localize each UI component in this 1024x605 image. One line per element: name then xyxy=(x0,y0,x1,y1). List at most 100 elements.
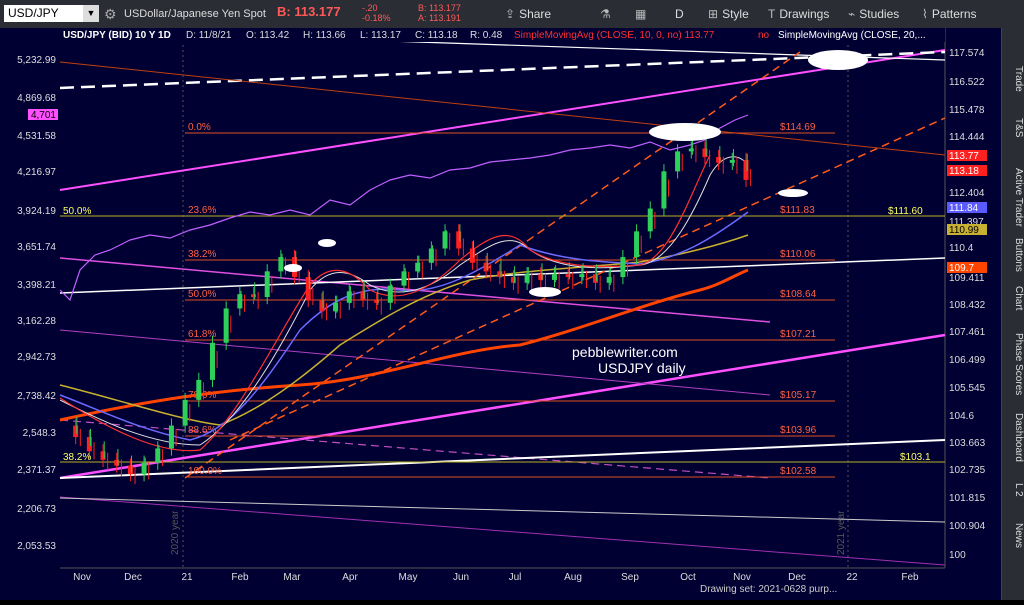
right-axis-tick-label: 112.404 xyxy=(949,188,985,199)
grid-button[interactable]: ▦ xyxy=(635,4,650,24)
x-axis-tick-label: Nov xyxy=(733,572,751,583)
candle-body xyxy=(538,274,544,280)
left-axis-tick-label: 5,232.99 xyxy=(17,55,56,66)
candle-body xyxy=(688,148,694,152)
candle-body xyxy=(743,159,749,180)
left-axis-tick-label: 2,371.37 xyxy=(17,465,56,476)
chart-header-date: D: 11/8/21 xyxy=(186,30,232,41)
x-axis-tick-label: Feb xyxy=(231,572,249,583)
x-axis-tick-label: 22 xyxy=(846,572,858,583)
candle-body xyxy=(593,274,599,283)
candle-body xyxy=(182,399,188,426)
left-axis-tick-label: 4,869.68 xyxy=(17,93,56,104)
left-axis-tick-label: 2,206.73 xyxy=(17,504,56,515)
candle-body xyxy=(428,248,434,263)
side-tab-chart[interactable]: Chart xyxy=(1002,286,1024,310)
side-tab-dashboard[interactable]: Dashboard xyxy=(1002,413,1024,462)
patterns-icon: ⌇ xyxy=(922,7,928,21)
ellipse-marker-c xyxy=(529,287,561,297)
symbol-input[interactable]: USD/JPY ▼ xyxy=(4,5,99,22)
side-tab-trade[interactable]: Trade xyxy=(1002,66,1024,92)
price-chart[interactable]: 2020 year 2021 year 0.0% $114.69 23.6% $111… xyxy=(0,28,1002,600)
toolbar: USD/JPY ▼ ⚙ USDollar/Japanese Yen Spot B… xyxy=(0,0,1024,29)
fib-price-label: $110.06 xyxy=(780,249,816,260)
fib-price-label: $114.69 xyxy=(780,122,816,133)
fib-pct-label: 0.0% xyxy=(188,122,211,133)
style-button[interactable]: ⊞ Style xyxy=(708,4,749,24)
side-tab-t-s[interactable]: T&S xyxy=(1002,118,1024,137)
left-axis-tick-label: 2,548.3 xyxy=(23,428,57,439)
ellipse-marker-a xyxy=(318,239,336,247)
candle-body xyxy=(278,257,284,272)
x-axis-tick-label: Aug xyxy=(564,572,582,583)
candle-body xyxy=(333,302,339,312)
side-tab-phase-scores[interactable]: Phase Scores xyxy=(1002,333,1024,395)
symbol-text: USD/JPY xyxy=(8,6,59,20)
right-axis-tick-label: 115.478 xyxy=(949,105,985,116)
chart-header-name: USD/JPY (BID) 10 Y 1D xyxy=(63,30,171,41)
period-label: D xyxy=(675,7,684,21)
studies-label: Studies xyxy=(859,7,900,21)
left-label-50: 50.0% xyxy=(63,206,91,217)
side-tab-news[interactable]: News xyxy=(1002,523,1024,548)
candle-body xyxy=(606,277,612,283)
drawings-button[interactable]: T Drawings xyxy=(768,4,829,24)
candle-body xyxy=(469,248,475,263)
patterns-button[interactable]: ⌇ Patterns xyxy=(922,4,977,24)
chart-area[interactable]: 2020 year 2021 year 0.0% $114.69 23.6% $111… xyxy=(0,28,1002,600)
x-axis-tick-label: Jul xyxy=(509,572,522,583)
x-axis-tick-label: Dec xyxy=(124,572,142,583)
x-axis-tick-label: May xyxy=(399,572,418,583)
candle-body xyxy=(168,425,174,449)
ellipse-marker-peak xyxy=(649,123,721,141)
x-axis-tick-label: 21 xyxy=(181,572,193,583)
candle-body xyxy=(374,299,380,303)
chevron-down-icon[interactable]: ▼ xyxy=(83,5,99,22)
candle-body xyxy=(73,425,79,438)
chart-header-sma20: SimpleMovingAvg (CLOSE, 20,... xyxy=(778,30,926,41)
candle-body xyxy=(647,208,653,232)
chart-header-open: O: 113.42 xyxy=(246,30,290,41)
chart-header-high: H: 113.66 xyxy=(303,30,346,41)
x-axis-tick-label: Sep xyxy=(621,572,639,583)
right-axis-tick-label: 116.522 xyxy=(949,77,985,88)
right-axis-tick-label: 100.904 xyxy=(949,521,986,532)
bid-ask-block: B: 113.177 A: 113.191 xyxy=(418,3,461,23)
candle-body xyxy=(100,451,106,460)
studies-button[interactable]: ⌁ Studies xyxy=(848,4,899,24)
right-axis-tick-label: 100 xyxy=(949,550,966,561)
candle-body xyxy=(729,159,735,163)
watermark-site: pebblewriter.com xyxy=(572,344,678,360)
candle-body xyxy=(127,465,133,475)
side-tab-buttons[interactable]: Buttons xyxy=(1002,238,1024,272)
chart-header-sma10: SimpleMovingAvg (CLOSE, 10, 0, no) 113.7… xyxy=(514,30,715,41)
flask-button[interactable]: ⚗ xyxy=(600,4,615,24)
x-axis-tick-label: Mar xyxy=(283,572,301,583)
candle-body xyxy=(497,271,503,278)
candle-body xyxy=(387,285,393,303)
x-axis-tick-label: Jun xyxy=(453,572,469,583)
candle-body xyxy=(634,231,640,258)
candle-body xyxy=(141,462,147,475)
left-axis-tick-label: 4,216.97 xyxy=(17,167,56,178)
candle-body xyxy=(264,271,270,298)
candle-body xyxy=(251,294,257,298)
right-axis-tick-label: 110.4 xyxy=(949,243,974,254)
gear-icon[interactable]: ⚙ xyxy=(104,6,117,23)
right-axis-tick-label: 101.815 xyxy=(949,493,986,504)
studies-icon: ⌁ xyxy=(848,7,856,21)
ask-small: A: 113.191 xyxy=(418,13,461,23)
fib-pct-label: 23.6% xyxy=(188,205,216,216)
right-axis-tick-label: 117.574 xyxy=(949,48,985,59)
side-tab-l-2[interactable]: L 2 xyxy=(1002,483,1024,497)
side-tab-active-trader[interactable]: Active Trader xyxy=(1002,168,1024,227)
share-button[interactable]: ⇪ Share xyxy=(505,4,551,24)
period-button[interactable]: D xyxy=(675,4,684,24)
year-label-2021: 2021 year xyxy=(836,510,847,555)
left-axis-tick-label: 3,924.19 xyxy=(17,206,56,217)
right-axis-tick-label: 113.18 xyxy=(949,166,979,177)
candle-body xyxy=(565,274,571,278)
x-axis-tick-label: Apr xyxy=(342,572,358,583)
right-axis-tick-label: 111.84 xyxy=(949,203,979,214)
right-label-11160: $111.60 xyxy=(888,206,923,217)
